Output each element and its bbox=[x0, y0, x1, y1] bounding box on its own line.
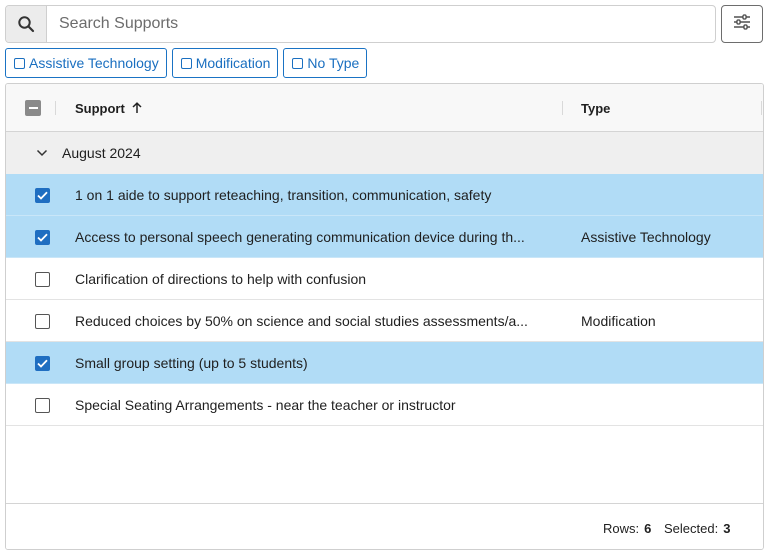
checkbox-icon bbox=[180, 57, 192, 69]
row-checkbox-cell bbox=[35, 174, 50, 216]
type-cell bbox=[581, 174, 756, 216]
row-checkbox-cell bbox=[35, 342, 50, 384]
table-row[interactable]: Special Seating Arrangements - near the … bbox=[6, 384, 763, 426]
checkmark-icon bbox=[37, 191, 48, 200]
column-separator[interactable] bbox=[761, 101, 762, 115]
supports-grid: Support Type August 2024 1 on 1 aide to … bbox=[5, 83, 764, 550]
selected-count-label: Selected: bbox=[664, 520, 719, 536]
checkmark-icon bbox=[37, 359, 48, 368]
column-header-label: Support bbox=[75, 100, 125, 116]
support-cell: Access to personal speech generating com… bbox=[75, 229, 525, 245]
checkbox-icon bbox=[14, 57, 25, 69]
table-row[interactable]: Access to personal speech generating com… bbox=[6, 216, 763, 258]
selected-count-value: 3 bbox=[723, 520, 731, 536]
filter-settings-button[interactable] bbox=[721, 5, 763, 43]
support-cell: Clarification of directions to help with… bbox=[75, 271, 367, 287]
chip-modification[interactable]: Modification bbox=[171, 48, 279, 78]
sliders-icon bbox=[733, 13, 751, 35]
table-row[interactable]: Small group setting (up to 5 students) bbox=[6, 342, 763, 384]
row-checkbox-checked[interactable] bbox=[35, 187, 50, 203]
chip-label: Assistive Technology bbox=[29, 55, 159, 71]
support-cell: Small group setting (up to 5 students) bbox=[75, 355, 308, 371]
type-cell bbox=[581, 342, 756, 384]
indeterminate-checkbox-icon bbox=[25, 100, 41, 116]
type-cell: Assistive Technology bbox=[581, 229, 711, 245]
column-header-type[interactable]: Type bbox=[581, 84, 610, 132]
type-cell bbox=[581, 258, 756, 300]
row-checkbox-checked[interactable] bbox=[35, 355, 50, 371]
row-checkbox-cell bbox=[35, 258, 50, 300]
chip-no-type[interactable]: No Type bbox=[283, 48, 368, 78]
row-checkbox[interactable] bbox=[35, 271, 50, 287]
table-row[interactable]: Reduced choices by 50% on science and so… bbox=[6, 300, 763, 342]
support-cell: 1 on 1 aide to support reteaching, trans… bbox=[75, 187, 492, 203]
type-filter-chips: Assistive Technology Modification No Typ… bbox=[5, 48, 368, 78]
chip-label: No Type bbox=[307, 55, 360, 71]
row-count-label: Rows: bbox=[603, 520, 640, 536]
type-cell bbox=[581, 384, 756, 426]
row-checkbox-checked[interactable] bbox=[35, 229, 50, 245]
group-row-august-2024[interactable]: August 2024 bbox=[6, 132, 763, 174]
support-cell: Reduced choices by 50% on science and so… bbox=[75, 313, 528, 329]
row-checkbox-cell bbox=[35, 216, 50, 258]
chip-label: Modification bbox=[195, 55, 271, 71]
type-cell: Modification bbox=[581, 313, 656, 329]
table-row[interactable]: 1 on 1 aide to support reteaching, trans… bbox=[6, 174, 763, 216]
row-checkbox[interactable] bbox=[35, 397, 50, 413]
checkbox-icon bbox=[292, 57, 304, 69]
grid-footer: Rows: 6 Selected: 3 bbox=[6, 503, 763, 549]
grid-header: Support Type bbox=[6, 84, 763, 132]
row-count-value: 6 bbox=[644, 520, 652, 536]
row-checkbox[interactable] bbox=[35, 313, 50, 329]
arrow-up-icon bbox=[132, 102, 142, 114]
selected-count: Selected: 3 bbox=[664, 504, 731, 549]
search-box bbox=[5, 5, 716, 43]
chevron-down-icon[interactable] bbox=[36, 149, 48, 157]
select-all-checkbox[interactable] bbox=[25, 84, 41, 132]
search-input[interactable] bbox=[47, 6, 715, 42]
search-icon bbox=[6, 6, 47, 42]
chip-assistive-technology[interactable]: Assistive Technology bbox=[5, 48, 167, 78]
checkmark-icon bbox=[37, 233, 48, 242]
support-cell: Special Seating Arrangements - near the … bbox=[75, 397, 456, 413]
column-header-support[interactable]: Support bbox=[75, 84, 142, 132]
table-row[interactable]: Clarification of directions to help with… bbox=[6, 258, 763, 300]
column-separator[interactable] bbox=[55, 101, 56, 115]
row-checkbox-cell bbox=[35, 384, 50, 426]
row-count: Rows: 6 bbox=[603, 504, 652, 549]
toolbar bbox=[5, 5, 764, 43]
group-label: August 2024 bbox=[62, 145, 141, 161]
column-separator[interactable] bbox=[562, 101, 563, 115]
row-checkbox-cell bbox=[35, 300, 50, 342]
column-header-label: Type bbox=[581, 100, 611, 116]
